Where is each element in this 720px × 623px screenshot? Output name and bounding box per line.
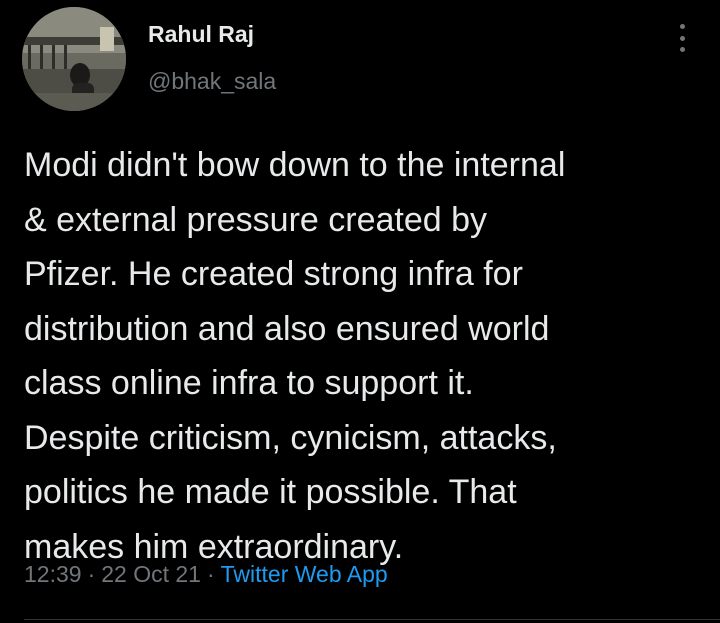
tweet-text-line: politics he made it possible. That (24, 473, 517, 511)
tweet-meta: 12:39 · 22 Oct 21 · Twitter Web App (24, 561, 388, 588)
avatar-photo (22, 7, 126, 111)
tweet-text: Modi didn't bow down to the internal & e… (24, 138, 694, 574)
more-vertical-icon (679, 35, 685, 41)
meta-separator: · (87, 561, 96, 587)
tweet-text-line: Modi didn't bow down to the internal (24, 146, 566, 184)
tweet-text-line: class online infra to support it. (24, 364, 474, 402)
more-vertical-icon (679, 47, 685, 52)
author-display-name[interactable]: Rahul Raj (148, 21, 254, 48)
tweet-text-line: Pfizer. He created strong infra for (24, 255, 523, 293)
tweet-text-line: & external pressure created by (24, 200, 488, 239)
tweet-text-line: Despite criticism, cynicism, attacks, (24, 418, 557, 457)
avatar[interactable] (22, 7, 126, 111)
meta-separator: · (206, 561, 215, 587)
more-options-button[interactable] (668, 22, 696, 54)
tweet-source-link[interactable]: Twitter Web App (221, 561, 388, 587)
tweet-date[interactable]: 22 Oct 21 (101, 561, 201, 587)
more-vertical-icon (679, 24, 685, 29)
tweet-text-line: distribution and also ensured world (24, 309, 550, 348)
divider (24, 619, 720, 620)
tweet-time[interactable]: 12:39 (24, 561, 82, 587)
author-handle[interactable]: @bhak_sala (148, 68, 276, 95)
